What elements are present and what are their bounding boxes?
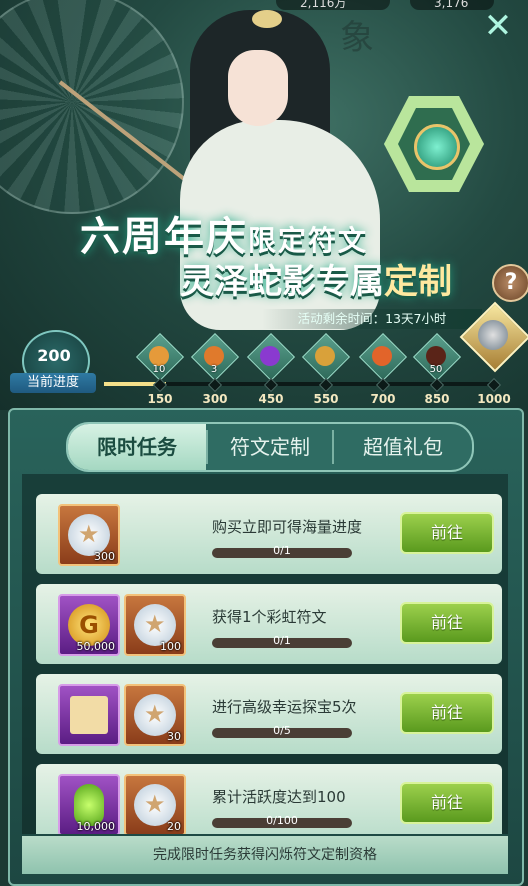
progress-tick-label: 300 — [202, 392, 228, 406]
milestone-reward-icon — [204, 346, 224, 366]
final-reward-icon — [478, 320, 508, 350]
reward-item[interactable] — [58, 684, 120, 746]
task-card: 10,000 20 累计活跃度达到100 0/100 前往 — [36, 764, 502, 834]
milestone-reward-icon — [149, 346, 169, 366]
go-button[interactable]: 前往 — [400, 692, 494, 734]
go-button[interactable]: 前往 — [400, 512, 494, 554]
task-progress-text: 0/1 — [273, 544, 291, 557]
task-description: 累计活跃度达到100 — [212, 788, 346, 806]
tab-value-pack[interactable]: 超值礼包 — [334, 424, 472, 470]
scroll-icon — [70, 696, 108, 734]
reward-quantity: 10,000 — [76, 820, 116, 833]
reward-quantity: 20 — [167, 820, 181, 833]
rune-emblem — [384, 96, 484, 192]
task-progress-text: 0/5 — [273, 724, 291, 737]
milestone-reward-count: 3 — [210, 364, 218, 375]
task-description: 购买立即可得海量进度 — [212, 518, 363, 536]
gold-currency: 2,116万 — [276, 0, 390, 10]
milestone-reward-icon — [426, 346, 446, 366]
close-button[interactable]: ✕ — [476, 6, 520, 46]
task-description: 获得1个彩虹符文 — [212, 608, 327, 626]
reward-quantity: 300 — [94, 550, 115, 563]
milestone-reward-icon — [260, 346, 280, 366]
milestone-reward-count: 10 — [152, 364, 166, 375]
progress-tick-label: 150 — [147, 392, 173, 406]
gold-currency-value: 2,116万 — [300, 0, 347, 10]
event-title-sub: 限定符文 — [248, 224, 369, 257]
task-card: G50,000 100 获得1个彩虹符文 0/1 前往 — [36, 584, 502, 664]
reward-item[interactable]: 20 — [124, 774, 186, 834]
reward-item[interactable]: G 50,000 — [58, 594, 120, 656]
milestone-reward-icon — [315, 346, 335, 366]
task-card: 30 进行高级幸运探宝5次 0/5 前往 — [36, 674, 502, 754]
gem-currency-value: 3,176 — [434, 0, 469, 10]
emblem-gem-icon — [414, 124, 460, 170]
reward-item[interactable]: 10,000 — [58, 774, 120, 834]
task-progress-text: 0/100 — [266, 814, 298, 827]
task-card: 300 购买立即可得海量进度 0/1 前往 — [36, 494, 502, 574]
progress-tick-label: 550 — [313, 392, 339, 406]
event-subtitle: 灵泽蛇影专属定制 — [180, 254, 452, 303]
go-button[interactable]: 前往 — [400, 782, 494, 824]
task-list[interactable]: 300 购买立即可得海量进度 0/1 前往 G50,000 100 获得1个彩虹符文 0/1 前… — [22, 474, 508, 834]
event-subtitle-main: 灵泽蛇影专属 — [180, 262, 384, 302]
character-face — [228, 50, 288, 126]
task-description: 进行高级幸运探宝5次 — [212, 698, 357, 716]
footer-note: 完成限时任务获得闪烁符文定制资格 — [22, 836, 508, 874]
reward-item[interactable]: 30 — [124, 684, 186, 746]
tab-bar: 限时任务 符文定制 超值礼包 — [66, 422, 474, 472]
go-button[interactable]: 前往 — [400, 602, 494, 644]
current-progress-label: 当前进度 — [10, 373, 96, 393]
milestone-reward-count: 50 — [429, 364, 443, 375]
milestone-reward-icon — [372, 346, 392, 366]
task-progress-text: 0/1 — [273, 634, 291, 647]
reward-quantity: 100 — [160, 640, 181, 653]
progress-tick-label: 1000 — [477, 392, 511, 406]
progress-tick-label: 700 — [370, 392, 396, 406]
tab-rune-custom[interactable]: 符文定制 — [208, 424, 332, 470]
reward-quantity: 50,000 — [76, 640, 116, 653]
reward-item[interactable]: 100 — [124, 594, 186, 656]
event-subtitle-accent: 定制 — [384, 262, 452, 302]
current-progress-value: 200 — [37, 346, 71, 365]
reward-item[interactable]: 300 — [58, 504, 120, 566]
tab-limited-tasks[interactable]: 限时任务 — [68, 424, 206, 470]
progress-tick-label: 450 — [258, 392, 284, 406]
reward-quantity: 30 — [167, 730, 181, 743]
countdown-timer: 活动剩余时间：13天7小时 — [262, 309, 482, 329]
hair-ornament — [252, 10, 282, 28]
progress-tick-label: 850 — [424, 392, 450, 406]
help-button[interactable]: ? — [492, 264, 528, 302]
